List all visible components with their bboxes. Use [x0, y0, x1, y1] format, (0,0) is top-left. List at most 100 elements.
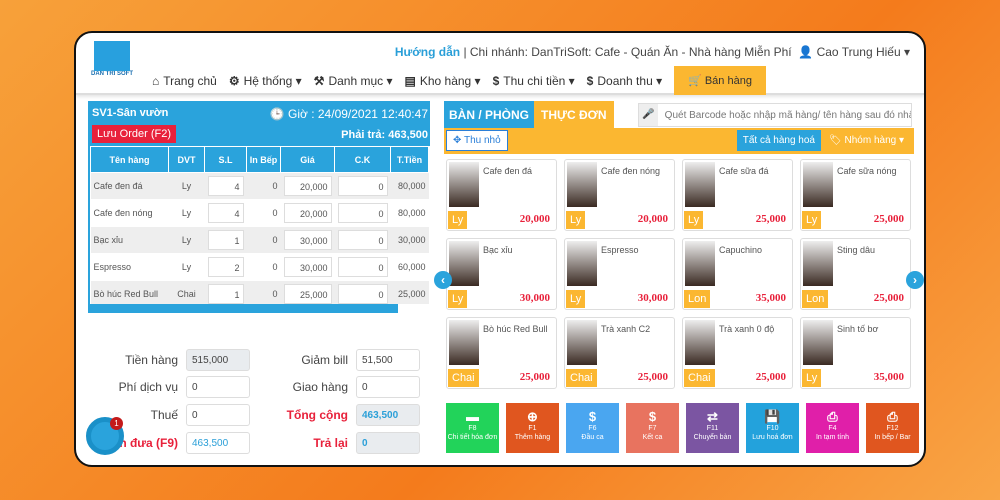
product-name: Cafe đen nóng — [601, 166, 661, 176]
cell-input[interactable]: 1 — [207, 284, 244, 304]
dollar-icon: $ — [492, 73, 500, 88]
nav-item-5[interactable]: $ Doanh thu ▾ — [587, 74, 662, 88]
microphone-icon[interactable]: 🎤 — [639, 104, 658, 126]
order-table-wrap[interactable]: Tên hàng DVT S.L In Bếp Giá C.K T.Tiền Cafe đen… — [88, 146, 430, 304]
product-price: 25,000 — [873, 292, 904, 304]
product-image — [567, 162, 597, 207]
gear-icon: ⚙ — [228, 73, 240, 88]
product-unit: Chai — [566, 369, 597, 387]
product-card[interactable]: Trà xanh C2 Chai 25,000 — [564, 317, 675, 389]
cell: Chai — [168, 280, 205, 304]
product-card[interactable]: Espresso Ly 30,000 — [564, 238, 675, 310]
cell-input[interactable]: 20,000 — [283, 176, 332, 196]
action-buttons: ▬ F8 Chi tiết hóa đơn ⊕ F1 Thêm hàng $ F6 Đầu ca… — [446, 403, 919, 453]
cell: 0 — [246, 253, 281, 281]
product-price: 30,000 — [519, 292, 550, 304]
product-card[interactable]: Cafe sữa đá Ly 25,000 — [682, 159, 793, 231]
product-price: 25,000 — [755, 371, 786, 383]
action-button-f7[interactable]: $ F7 Kết ca — [626, 403, 679, 453]
product-name: Cafe sữa nóng — [837, 166, 897, 176]
service-label: Phí dịch vụ — [118, 380, 178, 394]
product-card[interactable]: Sting dâu Lon 25,000 — [800, 238, 911, 310]
order-header: SV1-Sân vườn 🕒 Giờ : 24/09/2021 12:40:47… — [88, 101, 430, 146]
cell-input[interactable]: 0 — [337, 284, 388, 304]
cell-input[interactable]: 4 — [207, 203, 244, 223]
action-button-f8[interactable]: ▬ F8 Chi tiết hóa đơn — [446, 403, 499, 453]
menu-toolbar: ✥ Thu nhỏ Tất cả hàng hoá 🏷 Nhóm hàng ▾ — [444, 128, 914, 154]
table-row: Bò húc Red Bull Chai 1 0 25,000 0 25,000 — [90, 280, 429, 304]
nav-item-2[interactable]: ⚒ Danh mục ▾ — [314, 74, 393, 88]
product-card[interactable]: Capuchino Lon 35,000 — [682, 238, 793, 310]
nav-item-4[interactable]: $ Thu chi tiền ▾ — [493, 74, 575, 88]
product-price: 35,000 — [873, 371, 904, 383]
customer-paid-input[interactable]: 463,500 — [186, 432, 250, 454]
user-menu[interactable]: Cao Trung Hiếu ▾ — [817, 45, 910, 59]
nav-item-0[interactable]: ⌂ Trang chủ — [152, 74, 217, 88]
cell-input[interactable]: 0 — [337, 230, 388, 250]
horizontal-scrollbar[interactable] — [88, 304, 398, 313]
menu-panel: BÀN / PHÒNG THỰC ĐƠN 🎤 Quét Barcode hoặc n… — [434, 101, 924, 453]
cell-input[interactable]: 25,000 — [283, 284, 332, 304]
cell-input[interactable]: 20,000 — [283, 203, 332, 223]
nav-item-1[interactable]: ⚙ Hệ thống ▾ — [229, 74, 302, 88]
product-name: Cafe sữa đá — [719, 166, 769, 176]
cell: 25,000 — [390, 280, 429, 304]
prev-page-button[interactable]: ‹ — [434, 271, 452, 289]
branch-label: | Chi nhánh: DanTriSoft: Cafe - Quán Ăn … — [463, 45, 792, 59]
guide-link[interactable]: Hướng dẫn — [395, 45, 460, 59]
cell-input[interactable]: 30,000 — [283, 230, 332, 250]
product-card[interactable]: Sinh tố bơ Ly 35,000 — [800, 317, 911, 389]
action-button-f12[interactable]: ⎙ F12 In bếp / Bar — [866, 403, 919, 453]
shipping-input[interactable]: 0 — [356, 376, 420, 398]
tab-menu[interactable]: THỰC ĐƠN — [534, 101, 614, 128]
all-products-button[interactable]: Tất cả hàng hoá — [736, 130, 821, 151]
cell-input[interactable]: 0 — [337, 203, 388, 223]
product-image — [449, 241, 479, 286]
save-order-button[interactable]: Lưu Order (F2) — [92, 125, 176, 143]
cell-input[interactable]: 2 — [207, 257, 244, 277]
search-input[interactable]: Quét Barcode hoặc nhập mã hàng/ tên hàng… — [658, 104, 911, 126]
user-icon: 👤 — [798, 45, 814, 59]
cell-input[interactable]: 0 — [337, 257, 388, 277]
table-name: SV1-Sân vườn — [92, 107, 169, 119]
cell-input[interactable]: 0 — [337, 176, 388, 196]
cell-input[interactable]: 1 — [207, 230, 244, 250]
product-price: 25,000 — [519, 371, 550, 383]
tax-input[interactable]: 0 — [186, 404, 250, 426]
logo[interactable]: DAN TRI SOFT — [88, 41, 136, 81]
tag-icon: 🏷 — [829, 135, 842, 146]
nav-item-3[interactable]: ▤ Kho hàng ▾ — [405, 74, 481, 88]
discount-input[interactable]: 51,500 — [356, 349, 420, 371]
cell: Cafe đen đá — [90, 172, 169, 200]
product-card[interactable]: Bò húc Red Bull Chai 25,000 — [446, 317, 557, 389]
action-button-f1[interactable]: ⊕ F1 Thêm hàng — [506, 403, 559, 453]
tab-tables[interactable]: BÀN / PHÒNG — [444, 101, 535, 128]
product-unit: Lon — [802, 290, 829, 308]
service-fee-input[interactable]: 0 — [186, 376, 250, 398]
shrink-button[interactable]: ✥ Thu nhỏ — [446, 130, 508, 151]
product-card[interactable]: Bạc xỉu Ly 30,000 — [446, 238, 557, 310]
action-button-f10[interactable]: 💾 F10 Lưu hoá đơn — [746, 403, 799, 453]
action-button-f11[interactable]: ⇄ F11 Chuyển bàn — [686, 403, 739, 453]
product-name: Sting dâu — [837, 245, 876, 255]
next-page-button[interactable]: › — [906, 271, 924, 289]
product-card[interactable]: Cafe đen nóng Ly 20,000 — [564, 159, 675, 231]
action-button-f4[interactable]: ⎙ F4 In tạm tính — [806, 403, 859, 453]
change-field: 0 — [356, 432, 420, 454]
sell-button[interactable]: 🛒 Bán hàng — [674, 66, 766, 95]
chat-badge: 1 — [110, 417, 123, 430]
product-card[interactable]: Cafe sữa nóng Ly 25,000 — [800, 159, 911, 231]
product-card[interactable]: Trà xanh 0 độ Chai 25,000 — [682, 317, 793, 389]
cell-input[interactable]: 4 — [207, 176, 244, 196]
product-name: Trà xanh C2 — [601, 324, 651, 334]
product-group-dropdown[interactable]: 🏷 Nhóm hàng ▾ — [821, 130, 912, 151]
barcode-search[interactable]: 🎤 Quét Barcode hoặc nhập mã hàng/ tên hàn… — [638, 103, 912, 127]
product-card[interactable]: Cafe đen đá Ly 20,000 — [446, 159, 557, 231]
product-image — [803, 320, 833, 365]
folder-icon: ▬ — [466, 409, 479, 424]
cell: 0 — [246, 280, 281, 304]
action-button-f6[interactable]: $ F6 Đầu ca — [566, 403, 619, 453]
dollar-icon: $ — [648, 409, 657, 424]
cell-input[interactable]: 30,000 — [283, 257, 332, 277]
table-row: Cafe đen nóng Ly 4 0 20,000 0 80,000 — [90, 199, 429, 227]
